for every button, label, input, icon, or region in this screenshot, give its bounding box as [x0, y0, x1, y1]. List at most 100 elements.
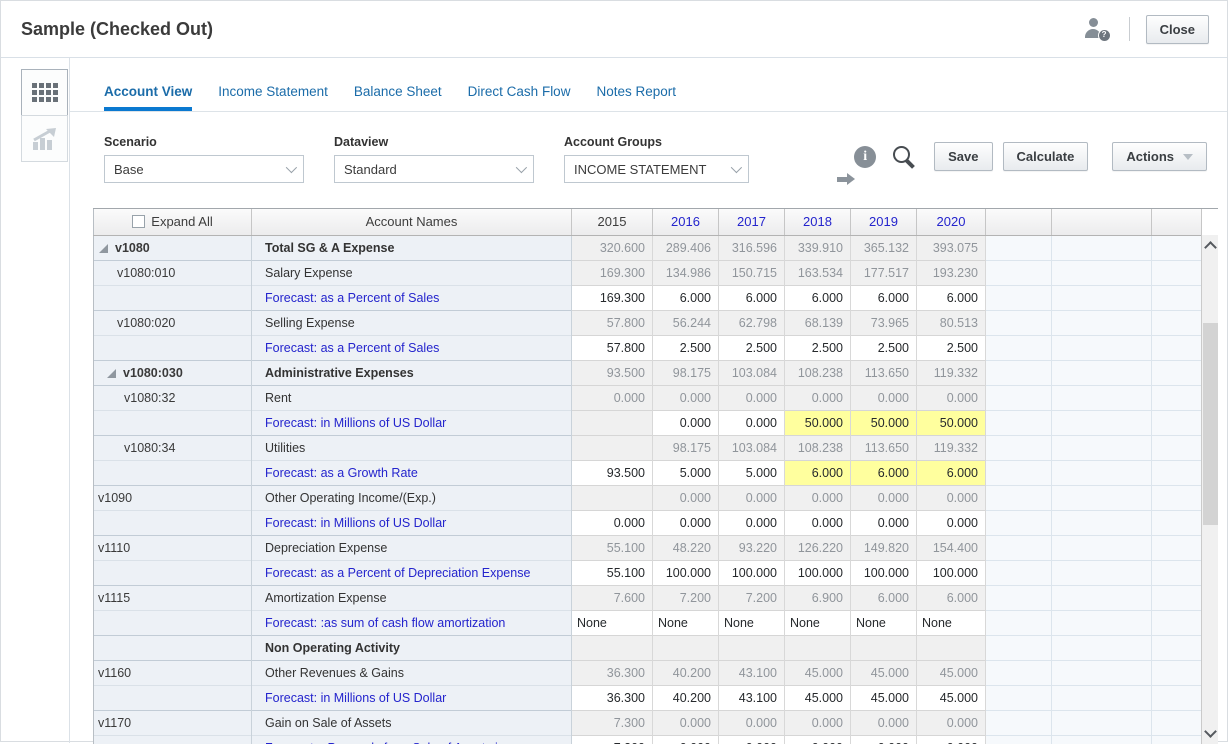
tab-notes-report[interactable]: Notes Report [596, 84, 676, 111]
value-cell-2020[interactable]: 6.000 [916, 284, 986, 310]
forecast-method-link[interactable]: Forecast: as a Percent of Depreciation E… [251, 559, 572, 585]
empty-cell [1151, 484, 1202, 510]
column-header-2019[interactable]: 2019 [850, 209, 917, 236]
scrollbar-thumb[interactable] [1203, 323, 1218, 525]
value-cell-2017[interactable]: 6.000 [718, 284, 785, 310]
value-cell-2015[interactable]: 0.000 [571, 509, 653, 535]
value-cell-2018[interactable]: 50.000 [784, 409, 851, 435]
value-cell-2018[interactable]: 0.000 [784, 509, 851, 535]
tab-income-statement[interactable]: Income Statement [218, 84, 328, 111]
value-cell-2019[interactable]: 0.000 [850, 734, 917, 744]
value-cell-2015[interactable]: 57.800 [571, 334, 653, 360]
user-help-icon[interactable]: ? [1084, 17, 1111, 42]
value-cell-2015[interactable]: None [571, 609, 653, 635]
account-name-cell: Selling Expense [251, 309, 572, 335]
value-cell-2017[interactable]: 0.000 [718, 734, 785, 744]
value-cell-2016[interactable]: 5.000 [652, 459, 719, 485]
value-cell-2017[interactable]: None [718, 609, 785, 635]
collapse-toggle-icon[interactable] [107, 368, 116, 378]
value-cell-2019[interactable]: 0.000 [850, 509, 917, 535]
value-cell-2020[interactable]: 0.000 [916, 734, 986, 744]
value-cell-2016[interactable]: None [652, 609, 719, 635]
account-groups-value: INCOME STATEMENT [574, 161, 707, 177]
dataview-select[interactable]: Standard [334, 155, 534, 183]
value-cell-2020[interactable]: 50.000 [916, 409, 986, 435]
value-cell-2020[interactable]: 100.000 [916, 559, 986, 585]
go-arrow-icon[interactable] [837, 173, 857, 185]
value-cell-2019[interactable]: 6.000 [850, 284, 917, 310]
value-cell-2018[interactable]: 6.000 [784, 459, 851, 485]
value-cell-2015[interactable]: 93.500 [571, 459, 653, 485]
value-cell-2015[interactable]: 7.300 [571, 734, 653, 744]
value-cell-2020: 393.075 [916, 235, 986, 260]
value-cell-2018[interactable]: 6.000 [784, 284, 851, 310]
account-code-cell [93, 734, 252, 744]
value-cell-2018[interactable]: 100.000 [784, 559, 851, 585]
forecast-method-link[interactable]: Forecast: in Millions of US Dollar [251, 684, 572, 710]
account-name-cell: Depreciation Expense [251, 534, 572, 560]
actions-menu-button[interactable]: Actions [1112, 142, 1207, 171]
grid-view-button[interactable] [21, 69, 68, 116]
value-cell-2019[interactable]: 100.000 [850, 559, 917, 585]
forecast-method-link[interactable]: Forecast: as a Percent of Sales [251, 284, 572, 310]
column-header-2018[interactable]: 2018 [784, 209, 851, 236]
account-groups-select[interactable]: INCOME STATEMENT [564, 155, 749, 183]
value-cell-2015[interactable]: 169.300 [571, 284, 653, 310]
save-button[interactable]: Save [934, 142, 993, 171]
scroll-up-icon[interactable] [1204, 241, 1217, 254]
value-cell-2019[interactable]: 45.000 [850, 684, 917, 710]
value-cell-2016[interactable]: 0.000 [652, 734, 719, 744]
value-cell-2020[interactable]: None [916, 609, 986, 635]
collapse-toggle-icon[interactable] [99, 243, 108, 253]
info-icon[interactable]: i [854, 145, 877, 168]
value-cell-2020[interactable]: 2.500 [916, 334, 986, 360]
value-cell-2020[interactable]: 6.000 [916, 459, 986, 485]
value-cell-2015[interactable]: 36.300 [571, 684, 653, 710]
value-cell-2018[interactable]: 0.000 [784, 734, 851, 744]
value-cell-2018[interactable]: None [784, 609, 851, 635]
search-icon[interactable] [892, 145, 916, 169]
value-cell-2015[interactable]: 55.100 [571, 559, 653, 585]
value-cell-2018[interactable]: 45.000 [784, 684, 851, 710]
chart-view-button[interactable] [21, 115, 68, 162]
tab-direct-cash-flow[interactable]: Direct Cash Flow [468, 84, 571, 111]
forecast-method-link[interactable]: Forecast: : Proceeds from Sale of Assets… [251, 734, 572, 744]
forecast-method-link[interactable]: Forecast: as a Growth Rate [251, 459, 572, 485]
value-cell-2016[interactable]: 40.200 [652, 684, 719, 710]
empty-cell [1051, 434, 1152, 460]
value-cell-2017[interactable]: 0.000 [718, 409, 785, 435]
value-cell-2016[interactable]: 100.000 [652, 559, 719, 585]
value-cell-2019[interactable]: 50.000 [850, 409, 917, 435]
tab-balance-sheet[interactable]: Balance Sheet [354, 84, 442, 111]
value-cell-2018[interactable]: 2.500 [784, 334, 851, 360]
value-cell-2019[interactable]: 6.000 [850, 459, 917, 485]
forecast-method-link[interactable]: Forecast: in Millions of US Dollar [251, 409, 572, 435]
expand-all-checkbox[interactable] [132, 215, 146, 229]
column-header-2020[interactable]: 2020 [916, 209, 986, 236]
scenario-select[interactable]: Base [104, 155, 304, 183]
value-cell-2016[interactable]: 0.000 [652, 409, 719, 435]
value-cell-2017[interactable]: 0.000 [718, 509, 785, 535]
value-cell-2020[interactable]: 0.000 [916, 509, 986, 535]
value-cell-2016[interactable]: 2.500 [652, 334, 719, 360]
value-cell-2016[interactable]: 0.000 [652, 509, 719, 535]
value-cell-2020[interactable]: 45.000 [916, 684, 986, 710]
scroll-down-icon[interactable] [1204, 725, 1217, 738]
calculate-button[interactable]: Calculate [1002, 142, 1089, 171]
close-button[interactable]: Close [1145, 14, 1209, 44]
value-cell-2017[interactable]: 100.000 [718, 559, 785, 585]
forecast-method-link[interactable]: Forecast: as a Percent of Sales [251, 334, 572, 360]
value-cell-2019[interactable]: None [850, 609, 917, 635]
value-cell-2017[interactable]: 43.100 [718, 684, 785, 710]
value-cell-2017[interactable]: 2.500 [718, 334, 785, 360]
vertical-scrollbar[interactable] [1201, 235, 1218, 744]
tab-account-view[interactable]: Account View [104, 84, 193, 111]
forecast-method-link[interactable]: Forecast: :as sum of cash flow amortizat… [251, 609, 572, 635]
column-header-2016[interactable]: 2016 [652, 209, 719, 236]
value-cell-2015: 36.300 [571, 659, 653, 685]
value-cell-2017[interactable]: 5.000 [718, 459, 785, 485]
value-cell-2019[interactable]: 2.500 [850, 334, 917, 360]
forecast-method-link[interactable]: Forecast: in Millions of US Dollar [251, 509, 572, 535]
column-header-2017[interactable]: 2017 [718, 209, 785, 236]
value-cell-2016[interactable]: 6.000 [652, 284, 719, 310]
